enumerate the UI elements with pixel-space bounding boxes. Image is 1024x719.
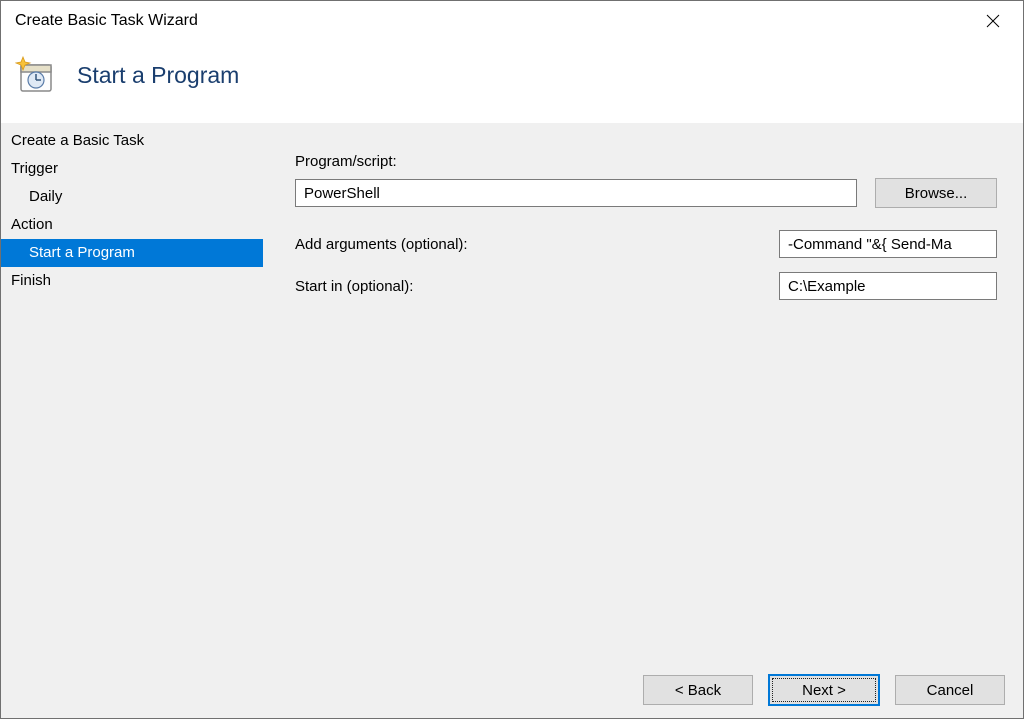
next-button[interactable]: Next > [769, 675, 879, 705]
page-heading: Start a Program [1, 41, 1023, 123]
titlebar: Create Basic Task Wizard [1, 1, 1023, 41]
wizard-steps-sidebar: Create a Basic Task Trigger Daily Action… [1, 123, 263, 662]
step-trigger[interactable]: Trigger [1, 155, 263, 183]
program-script-label: Program/script: [295, 153, 997, 170]
step-action[interactable]: Action [1, 211, 263, 239]
wizard-window: Create Basic Task Wizard Start a Program [0, 0, 1024, 719]
content-panel: Program/script: Browse... Add arguments … [263, 123, 1023, 662]
arguments-label: Add arguments (optional): [295, 236, 779, 253]
browse-button[interactable]: Browse... [875, 178, 997, 208]
window-title: Create Basic Task Wizard [15, 12, 198, 30]
back-button[interactable]: < Back [643, 675, 753, 705]
step-start-a-program[interactable]: Start a Program [1, 239, 263, 267]
startin-row: Start in (optional): [295, 272, 997, 300]
program-script-input[interactable] [295, 179, 857, 207]
close-button[interactable] [977, 5, 1009, 37]
wizard-footer: < Back Next > Cancel [1, 662, 1023, 718]
wizard-body: Create a Basic Task Trigger Daily Action… [1, 123, 1023, 662]
startin-input[interactable] [779, 272, 997, 300]
startin-label: Start in (optional): [295, 278, 779, 295]
step-daily[interactable]: Daily [1, 183, 263, 211]
arguments-input[interactable] [779, 230, 997, 258]
program-script-row: Browse... [295, 178, 997, 208]
step-create-basic-task[interactable]: Create a Basic Task [1, 127, 263, 155]
close-icon [986, 14, 1000, 28]
page-title: Start a Program [77, 62, 239, 89]
scheduler-icon [15, 55, 55, 95]
cancel-button[interactable]: Cancel [895, 675, 1005, 705]
step-finish[interactable]: Finish [1, 267, 263, 295]
arguments-row: Add arguments (optional): [295, 230, 997, 258]
